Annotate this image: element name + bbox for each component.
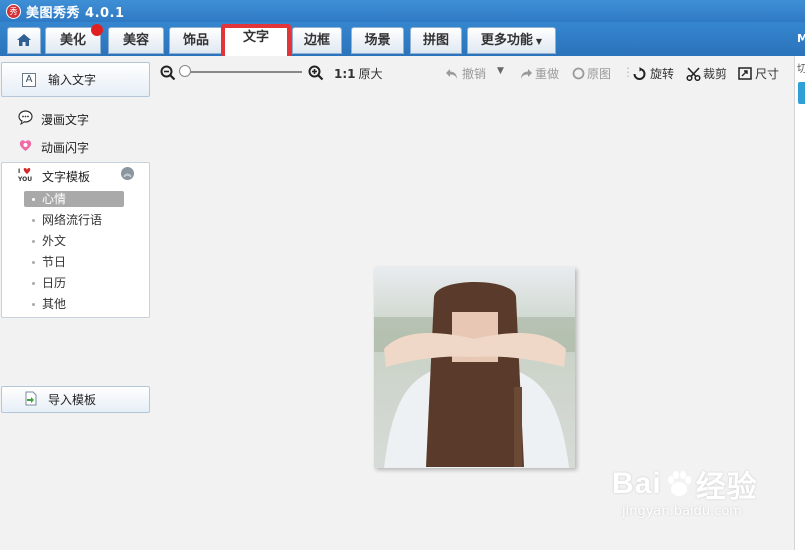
tab-frame[interactable]: 边框 — [292, 27, 342, 54]
right-panel-tab[interactable] — [798, 82, 805, 104]
original-size-button[interactable]: 1:1 原大 — [334, 65, 383, 82]
text-a-icon: A — [22, 72, 36, 87]
template-header[interactable]: I YOU 文字模板 — [17, 167, 91, 185]
canvas-photo[interactable] — [374, 267, 575, 468]
tab-collage-label: 拼图 — [422, 33, 449, 48]
watermark-brand-left: Bai — [612, 467, 662, 500]
app-logo: 秀 — [6, 3, 21, 19]
comic-text-label: 漫画文字 — [41, 112, 90, 127]
zoom-slider-handle[interactable] — [179, 65, 191, 77]
template-item-internet-slang[interactable]: 网络流行语 — [24, 212, 124, 228]
template-item-calendar[interactable]: 日历 — [24, 275, 124, 291]
tab-text-label: 文字 — [242, 30, 269, 45]
zoom-in-icon — [308, 65, 324, 81]
right-side-panel: 切 — [794, 56, 805, 550]
template-item-mood[interactable]: 心情 — [24, 191, 124, 207]
title-bar: 秀 美图秀秀 4.0.1 — [0, 0, 805, 22]
tab-text[interactable]: 文字 — [221, 24, 291, 56]
tab-accessories[interactable]: 饰品 — [169, 27, 223, 54]
import-template-label: 导入模板 — [48, 393, 97, 407]
input-text-label: 输入文字 — [48, 73, 97, 87]
undo-button[interactable]: 撤销 — [445, 65, 486, 82]
template-item-holiday[interactable]: 节日 — [24, 254, 124, 270]
resize-button[interactable]: 尺寸 — [738, 65, 779, 82]
main-tab-bar: 美化 美容 饰品 文字 边框 场景 拼图 更多功能 ▼ M — [0, 22, 805, 56]
right-panel-label: 切 — [797, 64, 805, 75]
animated-text-label: 动画闪字 — [41, 140, 90, 155]
i-love-you-icon: I YOU — [17, 167, 34, 185]
zoom-in-button[interactable] — [308, 65, 324, 81]
text-template-panel: I YOU 文字模板 ︽ 心情 网络流行语 外文 节日 日历 其他 — [1, 162, 150, 318]
original-image-button[interactable]: 原图 — [572, 65, 611, 82]
tab-accessories-label: 饰品 — [182, 33, 209, 48]
home-icon — [17, 34, 31, 46]
zoom-slider-track[interactable] — [182, 71, 302, 73]
resize-label: 尺寸 — [755, 67, 780, 81]
zoom-ratio-label: 1:1 — [334, 66, 356, 81]
baidu-jingyan-watermark: Bai 经验 jingyan.baidu.com — [612, 462, 758, 519]
rotate-button[interactable]: 旋转 — [632, 65, 674, 82]
animated-text-link[interactable]: 动画闪字 — [18, 138, 89, 156]
tab-collage[interactable]: 拼图 — [410, 27, 462, 54]
svg-text:I: I — [18, 168, 20, 175]
speech-bubble-icon — [18, 110, 33, 128]
template-header-label: 文字模板 — [42, 169, 91, 184]
tab-beauty-label: 美容 — [122, 33, 149, 48]
redo-icon — [521, 68, 532, 79]
photo-image — [374, 267, 575, 468]
crop-button[interactable]: 裁剪 — [686, 65, 727, 82]
tab-scene-label: 场景 — [364, 33, 391, 48]
template-item-foreign[interactable]: 外文 — [24, 233, 124, 249]
undo-icon — [446, 68, 457, 79]
original-image-icon — [572, 67, 585, 80]
svg-text:YOU: YOU — [18, 176, 32, 182]
redo-label: 重做 — [535, 67, 560, 81]
original-size-label: 原大 — [358, 67, 383, 81]
tab-beautify[interactable]: 美化 — [45, 24, 103, 54]
undo-label: 撤销 — [462, 67, 487, 81]
input-text-button[interactable]: A 输入文字 — [1, 62, 150, 97]
tab-more-features[interactable]: 更多功能 ▼ — [467, 27, 556, 54]
tab-frame-label: 边框 — [303, 33, 330, 48]
notification-badge — [91, 24, 103, 36]
original-image-label: 原图 — [587, 67, 612, 81]
tab-more-features-label: 更多功能 — [480, 33, 533, 48]
redo-button[interactable]: 重做 — [518, 65, 559, 82]
watermark-brand-right: 经验 — [695, 471, 758, 504]
tab-beautify-label: 美化 — [59, 33, 86, 48]
resize-icon — [738, 67, 752, 80]
comic-text-link[interactable]: 漫画文字 — [18, 110, 89, 128]
crop-label: 裁剪 — [703, 67, 728, 81]
home-button[interactable] — [7, 27, 41, 54]
zoom-out-icon — [160, 65, 176, 81]
watermark-url: jingyan.baidu.com — [622, 504, 742, 519]
rotate-label: 旋转 — [650, 67, 675, 81]
dropdown-caret-icon: ▼ — [535, 37, 543, 46]
left-panel: A 输入文字 漫画文字 动画闪字 I YOU 文字模板 ︽ 心情 网络流行语 外文… — [0, 56, 160, 550]
baidu-paw-icon — [667, 471, 691, 496]
collapse-chevron-icon[interactable]: ︽ — [121, 167, 134, 180]
scissors-icon — [686, 66, 701, 81]
undo-dropdown-icon[interactable]: ▼ — [497, 66, 504, 76]
import-file-icon — [24, 391, 38, 409]
zoom-out-button[interactable] — [160, 65, 176, 81]
template-item-other[interactable]: 其他 — [24, 296, 124, 312]
rotate-icon — [633, 66, 646, 80]
tab-scene[interactable]: 场景 — [351, 27, 404, 54]
edit-toolbar: 1:1 原大 撤销 ▼ 重做 原图 ⋮ 旋转 裁剪 尺寸 — [160, 62, 790, 84]
tab-beauty[interactable]: 美容 — [108, 27, 164, 54]
import-template-button[interactable]: 导入模板 — [1, 386, 150, 413]
flash-heart-icon — [18, 138, 33, 156]
window-control-partial[interactable]: M — [797, 32, 805, 46]
app-title: 美图秀秀 4.0.1 — [26, 5, 125, 21]
